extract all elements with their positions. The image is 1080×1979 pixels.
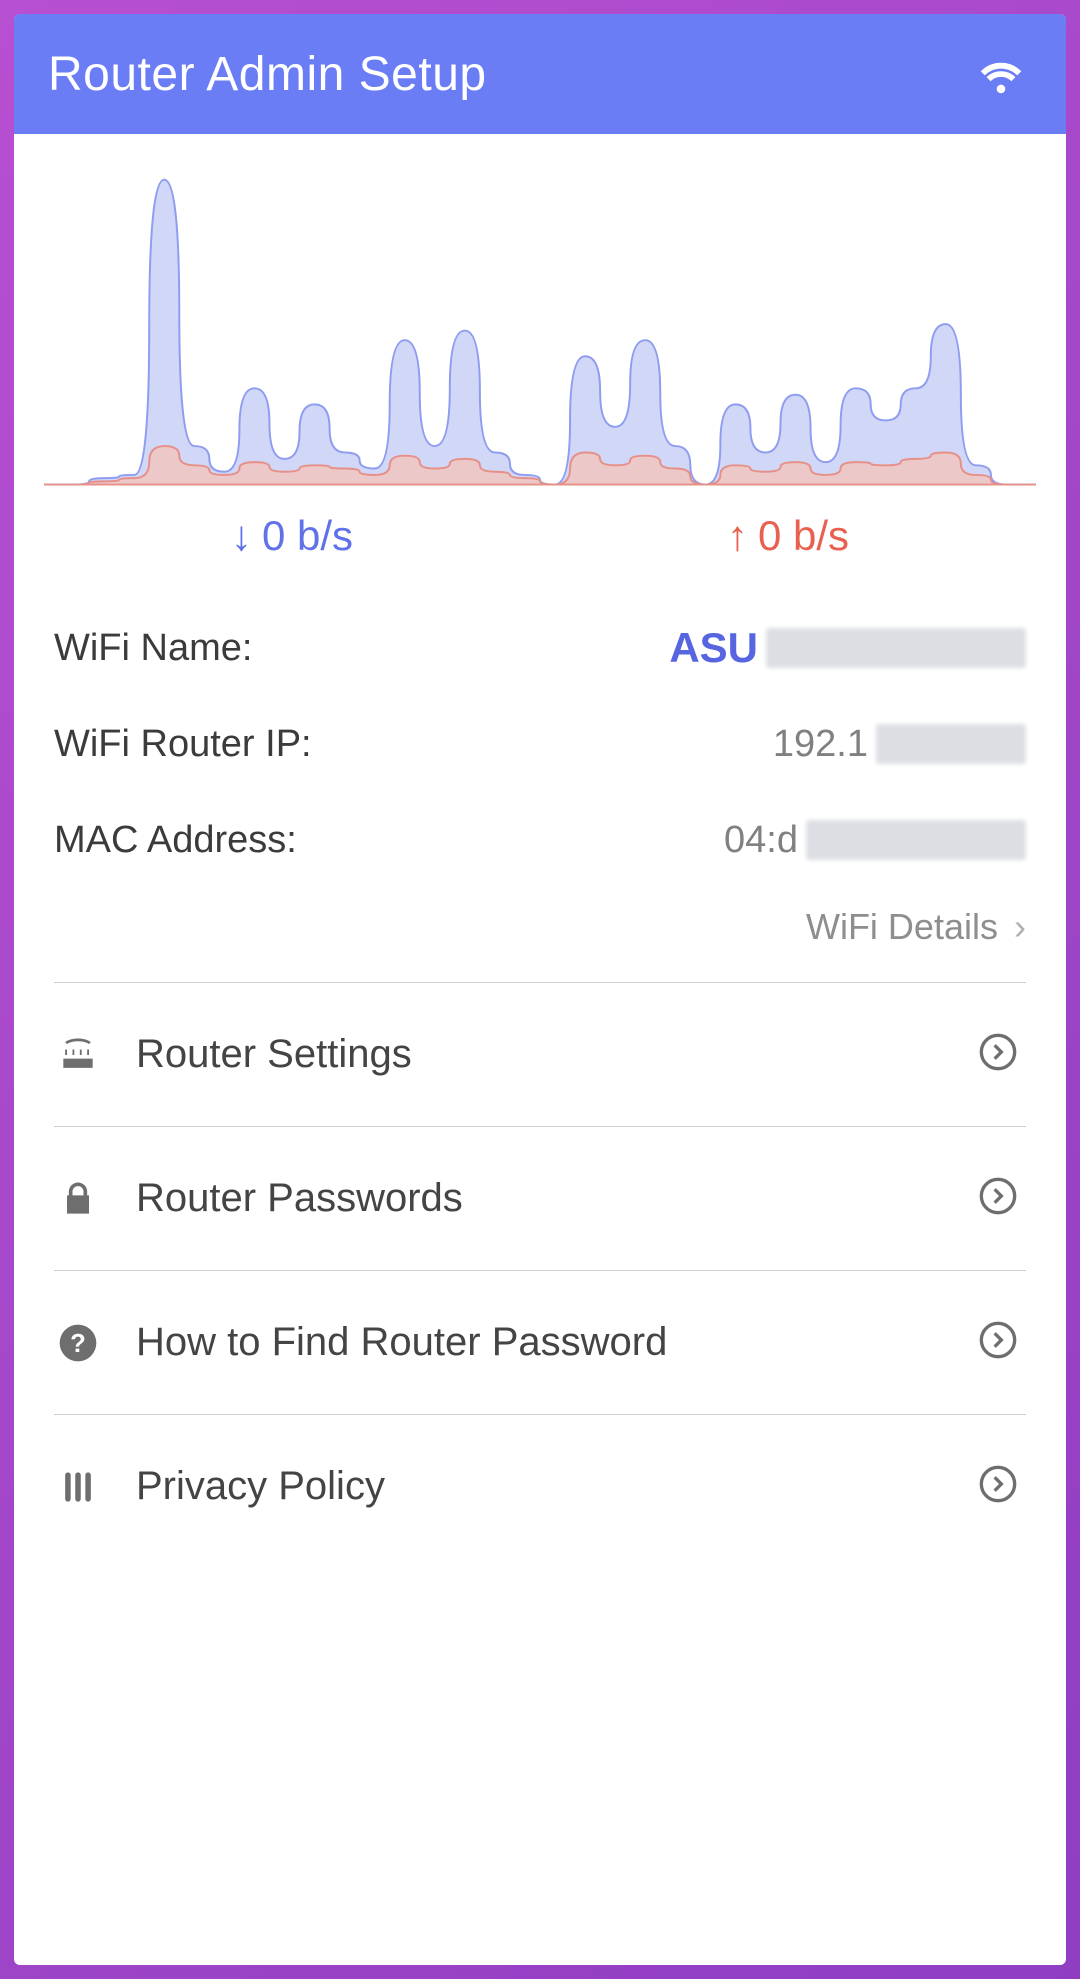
redacted-strip [806,820,1026,860]
chevron-circle-icon [978,1320,1026,1365]
chevron-circle-icon [978,1176,1026,1221]
traffic-chart [14,134,1066,504]
router-ip-label: WiFi Router IP: [54,723,312,766]
menu-item-privacy-policy[interactable]: Privacy Policy [54,1414,1026,1558]
menu-item-router-passwords[interactable]: Router Passwords [54,1126,1026,1270]
wifi-icon [974,47,1028,101]
app-header: Router Admin Setup [14,14,1066,134]
router-ip-value: 192.1 [773,723,1026,766]
menu-item-find-password[interactable]: ? How to Find Router Password [54,1270,1026,1414]
menu-label: Router Settings [136,1032,944,1077]
router-ip-visible-text: 192.1 [773,723,868,766]
menu-label: How to Find Router Password [136,1320,944,1365]
mac-address-label: MAC Address: [54,819,297,862]
app-title: Router Admin Setup [48,47,487,102]
chevron-circle-icon [978,1032,1026,1077]
arrow-down-icon: ↓ [231,515,252,557]
menu-list: Router Settings Router Passwords ? How t… [14,982,1066,1558]
download-speed: ↓ 0 b/s [44,512,540,560]
download-speed-value: 0 b/s [262,512,353,560]
menu-label: Router Passwords [136,1176,944,1221]
upload-speed-value: 0 b/s [758,512,849,560]
app-card: Router Admin Setup ↓ 0 b/s ↑ 0 b/s WiFi … [14,14,1066,1965]
help-icon: ? [54,1319,102,1367]
wifi-info: WiFi Name: ASU WiFi Router IP: 192.1 MAC… [14,590,1066,888]
wifi-name-row: WiFi Name: ASU [54,600,1026,696]
mac-address-row: MAC Address: 04:d [54,792,1026,888]
svg-text:?: ? [70,1330,86,1358]
redacted-strip [876,724,1026,764]
mac-visible-text: 04:d [724,819,798,862]
upload-speed: ↑ 0 b/s [540,512,1036,560]
wifi-details-link[interactable]: WiFi Details › [14,888,1066,982]
arrow-up-icon: ↑ [727,515,748,557]
router-ip-row: WiFi Router IP: 192.1 [54,696,1026,792]
lock-icon [54,1175,102,1223]
wifi-details-label: WiFi Details [806,906,998,947]
redacted-strip [766,628,1026,668]
mac-address-value: 04:d [724,819,1026,862]
traffic-speeds: ↓ 0 b/s ↑ 0 b/s [14,504,1066,590]
menu-label: Privacy Policy [136,1464,944,1509]
router-icon [54,1031,102,1079]
menu-item-router-settings[interactable]: Router Settings [54,982,1026,1126]
wifi-name-value: ASU [669,624,1026,672]
chevron-circle-icon [978,1464,1026,1509]
sliders-icon [54,1463,102,1511]
wifi-name-label: WiFi Name: [54,627,252,670]
chevron-right-icon: › [1014,906,1026,947]
wifi-name-visible-text: ASU [669,624,758,672]
